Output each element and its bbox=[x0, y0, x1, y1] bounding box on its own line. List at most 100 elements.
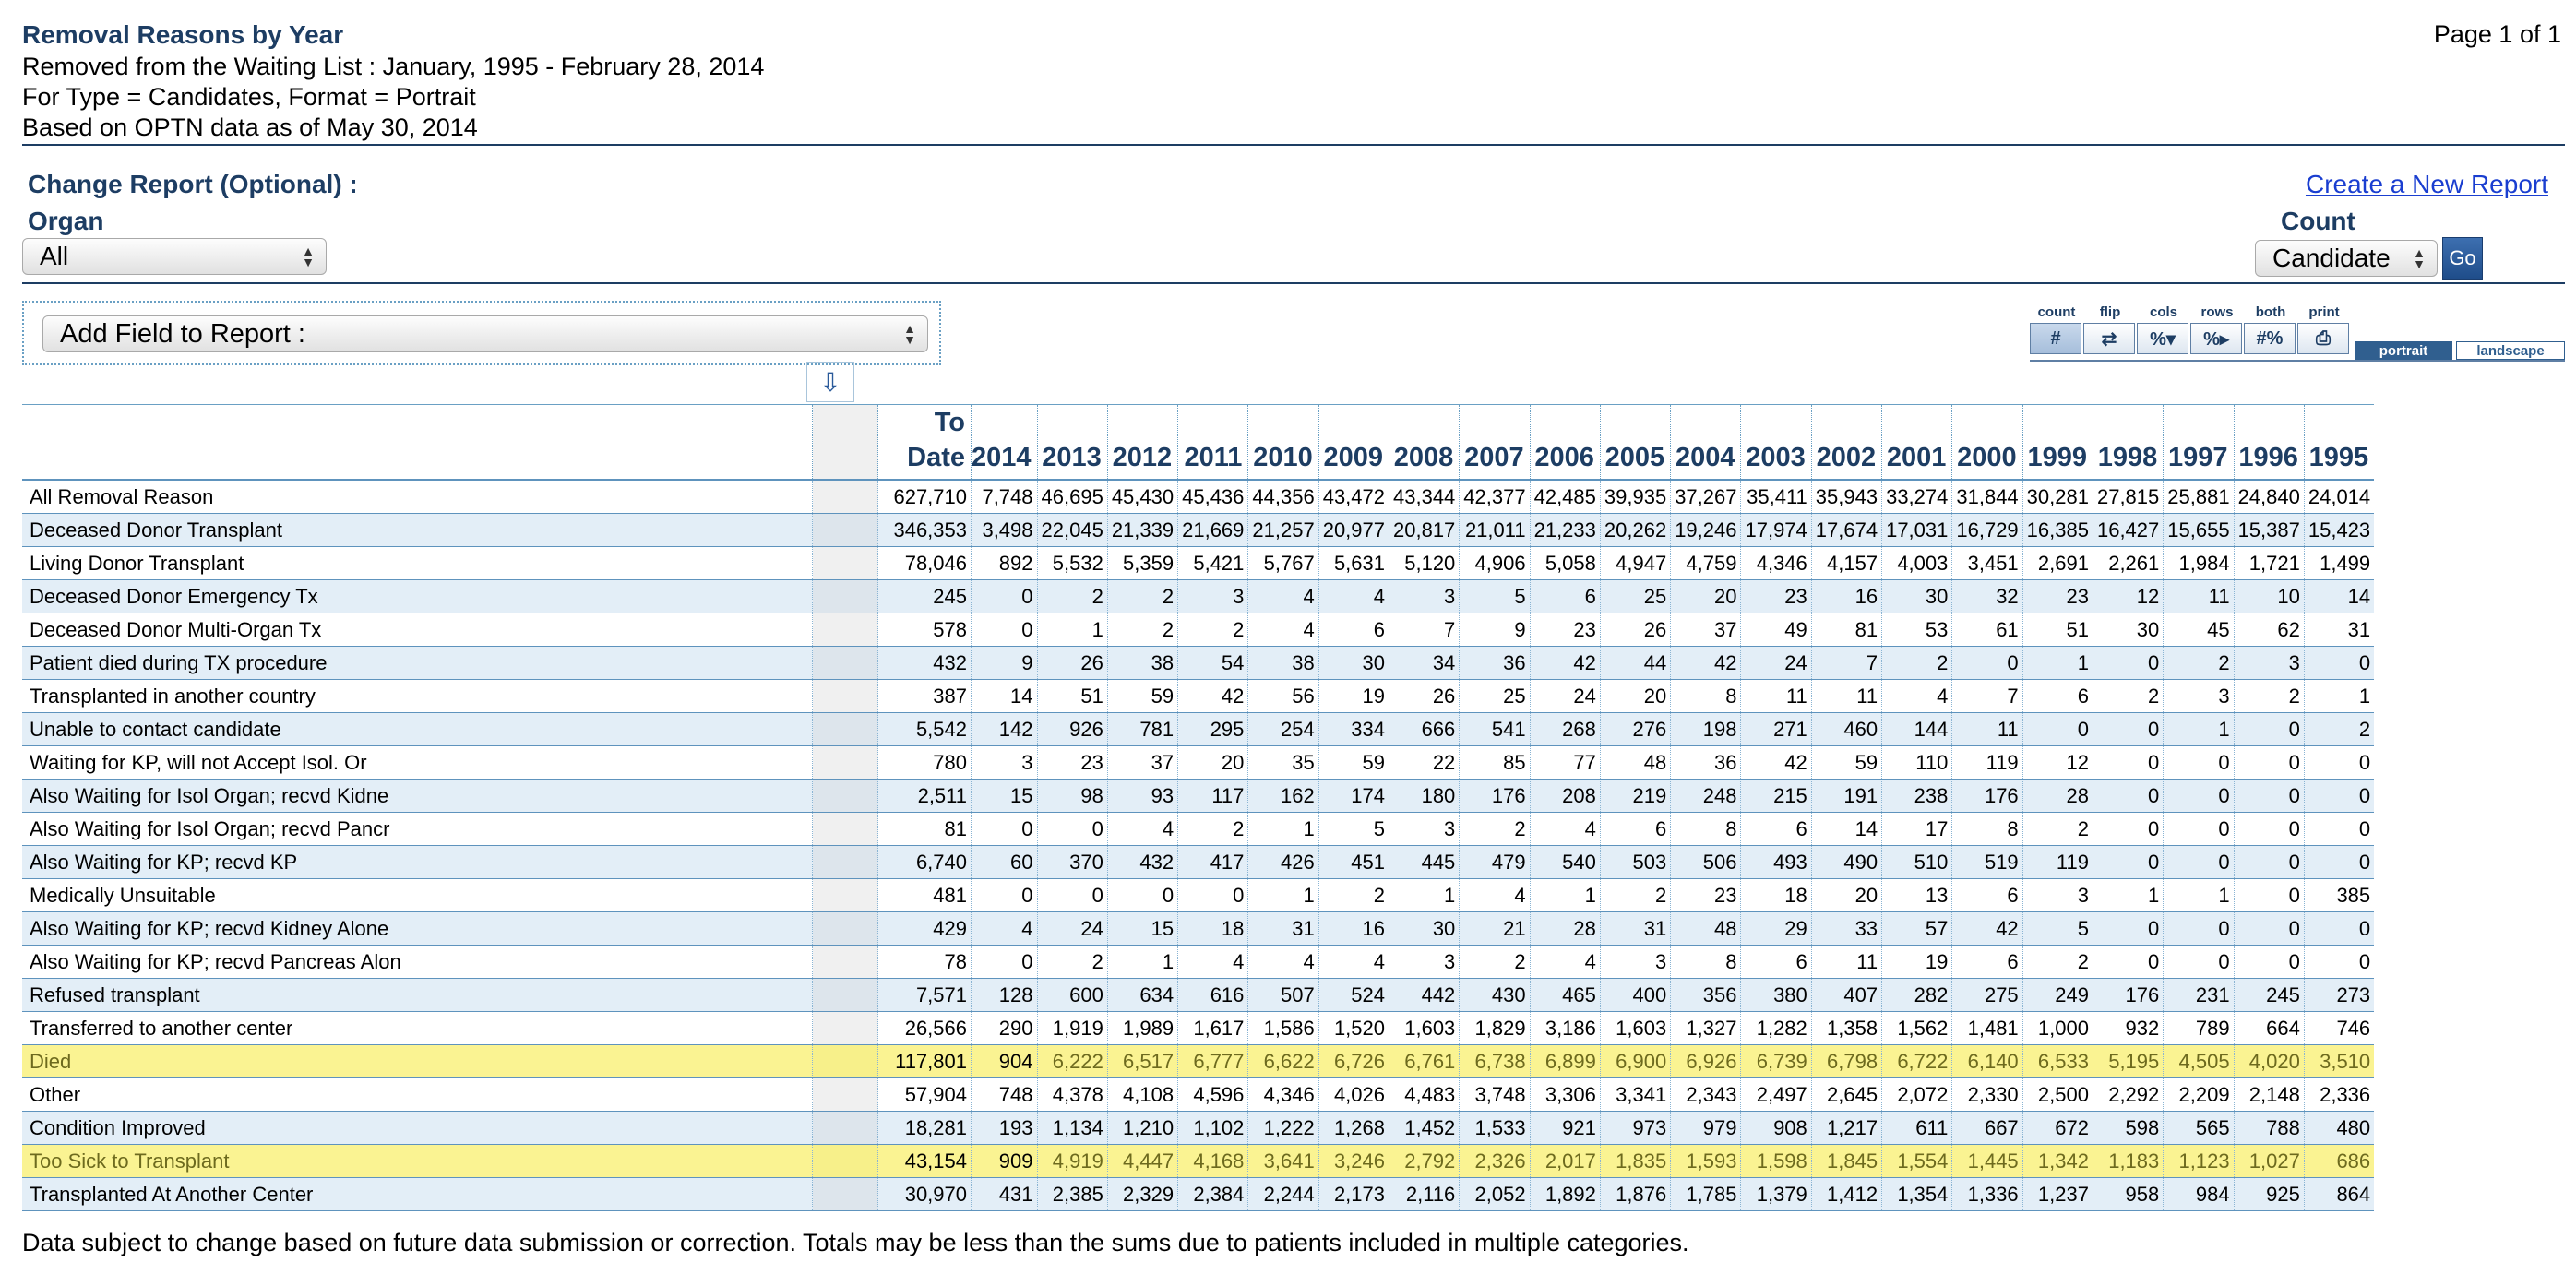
table-row: Unable to contact candidate 5,542 142 926 78… bbox=[22, 712, 2375, 746]
portrait-tab[interactable]: portrait bbox=[2355, 341, 2452, 360]
table-cell: 45,436 bbox=[1177, 480, 1248, 514]
table-cell: 15,387 bbox=[2233, 513, 2305, 547]
select-arrows-icon: ▲ ▼ bbox=[2413, 245, 2426, 271]
table-cell: 57 bbox=[1881, 911, 1952, 946]
table-cell: 0 bbox=[2303, 945, 2375, 979]
table-cell: 6,222 bbox=[1036, 1044, 1108, 1078]
table-cell: 11 bbox=[2163, 579, 2235, 613]
table-cell: 5,058 bbox=[1529, 546, 1601, 580]
table-cell: 1 bbox=[1247, 878, 1319, 912]
table-cell: 37 bbox=[1670, 613, 1741, 647]
table-cell: 81 bbox=[1810, 613, 1882, 647]
table-cell: 17 bbox=[1881, 812, 1952, 846]
table-cell: 24,840 bbox=[2233, 480, 2305, 514]
count-select[interactable]: Candidate ▲ ▼ bbox=[2255, 240, 2438, 277]
table-cell: 460 bbox=[1810, 712, 1882, 746]
table-cell: 3 bbox=[1177, 579, 1248, 613]
table-cell: 44,356 bbox=[1247, 480, 1319, 514]
table-cell: 2,329 bbox=[1106, 1177, 1178, 1211]
table-cell: 0 bbox=[1036, 812, 1108, 846]
table-cell: 17,974 bbox=[1740, 513, 1812, 547]
table-row: All Removal Reason 627,710 7,748 46,695 45,4… bbox=[22, 480, 2375, 514]
count-percent-button[interactable]: #% bbox=[2244, 323, 2296, 354]
table-cell: 3 bbox=[1599, 945, 1671, 979]
table-cell: 781 bbox=[1106, 712, 1178, 746]
table-cell: 20,977 bbox=[1318, 513, 1389, 547]
table-cell: 42 bbox=[1177, 679, 1248, 713]
table-cell: 19 bbox=[1881, 945, 1952, 979]
table-cell: 26,566 bbox=[877, 1011, 972, 1045]
table-cell: 117 bbox=[1177, 779, 1248, 813]
table-cell: 0 bbox=[2233, 878, 2305, 912]
table-cell: 26 bbox=[1388, 679, 1460, 713]
go-button[interactable]: Go bbox=[2442, 237, 2483, 280]
column-header-year: 2000 bbox=[1951, 404, 2023, 481]
table-cell: 1,268 bbox=[1318, 1111, 1389, 1145]
table-cell: 4,157 bbox=[1810, 546, 1882, 580]
table-cell: 1,222 bbox=[1247, 1111, 1319, 1145]
table-cell: 5 bbox=[1459, 579, 1531, 613]
add-field-select[interactable]: Add Field to Report : ▲ ▼ bbox=[42, 316, 928, 352]
table-row: Also Waiting for Isol Organ; recvd Kidne… bbox=[22, 779, 2375, 813]
table-cell: 600 bbox=[1036, 978, 1108, 1012]
organ-select[interactable]: All ▲ ▼ bbox=[22, 238, 327, 275]
table-cell: 23 bbox=[1529, 613, 1601, 647]
table-cell: 7,571 bbox=[877, 978, 972, 1012]
table-cell: 23 bbox=[1670, 878, 1741, 912]
table-cell: 2 bbox=[1459, 945, 1531, 979]
table-cell: 174 bbox=[1318, 779, 1389, 813]
table-cell: 275 bbox=[1951, 978, 2023, 1012]
table-row: Patient died during TX procedure 432 9 26 38… bbox=[22, 646, 2375, 680]
table-cell: 98 bbox=[1036, 779, 1108, 813]
column-percent-button[interactable]: %▾ bbox=[2137, 323, 2188, 354]
table-cell: 16,729 bbox=[1951, 513, 2023, 547]
table-cell: 3,498 bbox=[971, 513, 1038, 547]
flip-button[interactable]: ⇄ bbox=[2083, 323, 2135, 354]
table-cell: 4,346 bbox=[1740, 546, 1812, 580]
table-cell: 565 bbox=[2163, 1111, 2235, 1145]
table-row: Transferred to another center 26,566 290 1,… bbox=[22, 1011, 2375, 1045]
table-cell: 4 bbox=[1881, 679, 1952, 713]
table-cell: 16,427 bbox=[2092, 513, 2164, 547]
table-cell: 2,116 bbox=[1388, 1177, 1460, 1211]
landscape-tab[interactable]: landscape bbox=[2456, 341, 2565, 360]
download-arrow-icon[interactable]: ⇩ bbox=[806, 362, 854, 402]
table-cell: 6,900 bbox=[1599, 1044, 1671, 1078]
create-new-report-link[interactable]: Create a New Report bbox=[2306, 170, 2548, 199]
table-cell: 748 bbox=[971, 1077, 1038, 1112]
table-cell: 49 bbox=[1740, 613, 1812, 647]
column-header-year: 2003 bbox=[1740, 404, 1812, 481]
table-cell: 2,326 bbox=[1459, 1144, 1531, 1178]
table-cell: 2,645 bbox=[1810, 1077, 1882, 1112]
table-cell: 5,359 bbox=[1106, 546, 1178, 580]
table-cell: 0 bbox=[2092, 812, 2164, 846]
table-cell: 380 bbox=[1740, 978, 1812, 1012]
row-spacer bbox=[812, 878, 878, 912]
row-spacer bbox=[812, 911, 878, 946]
table-cell: 984 bbox=[2163, 1177, 2235, 1211]
table-cell: 15,423 bbox=[2303, 513, 2375, 547]
row-spacer bbox=[812, 646, 878, 680]
count-view-button[interactable]: # bbox=[2030, 323, 2081, 354]
table-cell: 1,892 bbox=[1529, 1177, 1601, 1211]
print-button[interactable]: ⎙ bbox=[2297, 323, 2349, 354]
table-cell: 4,108 bbox=[1106, 1077, 1178, 1112]
table-cell: 30 bbox=[1881, 579, 1952, 613]
table-cell: 2 bbox=[2233, 679, 2305, 713]
table-cell: 4 bbox=[1247, 613, 1319, 647]
table-row: Deceased Donor Emergency Tx 245 0 2 2 3 4 4 3 5 6 2… bbox=[22, 579, 2375, 613]
column-header-year: 2002 bbox=[1810, 404, 1882, 481]
table-cell: 0 bbox=[1951, 646, 2023, 680]
table-header-row: To Date 2014 2013 2012 2011 2010 2009 2008 2007 20… bbox=[22, 404, 2375, 481]
table-cell: 6,777 bbox=[1177, 1044, 1248, 1078]
table-cell: 541 bbox=[1459, 712, 1531, 746]
table-cell: 1,336 bbox=[1951, 1177, 2023, 1211]
table-cell: 43,472 bbox=[1318, 480, 1389, 514]
table-cell: 21,233 bbox=[1529, 513, 1601, 547]
row-percent-button[interactable]: %▸ bbox=[2190, 323, 2242, 354]
table-cell: 0 bbox=[971, 579, 1038, 613]
table-cell: 3,186 bbox=[1529, 1011, 1601, 1045]
table-cell: 1,358 bbox=[1810, 1011, 1882, 1045]
table-cell: 43,344 bbox=[1388, 480, 1460, 514]
table-cell: 176 bbox=[2092, 978, 2164, 1012]
